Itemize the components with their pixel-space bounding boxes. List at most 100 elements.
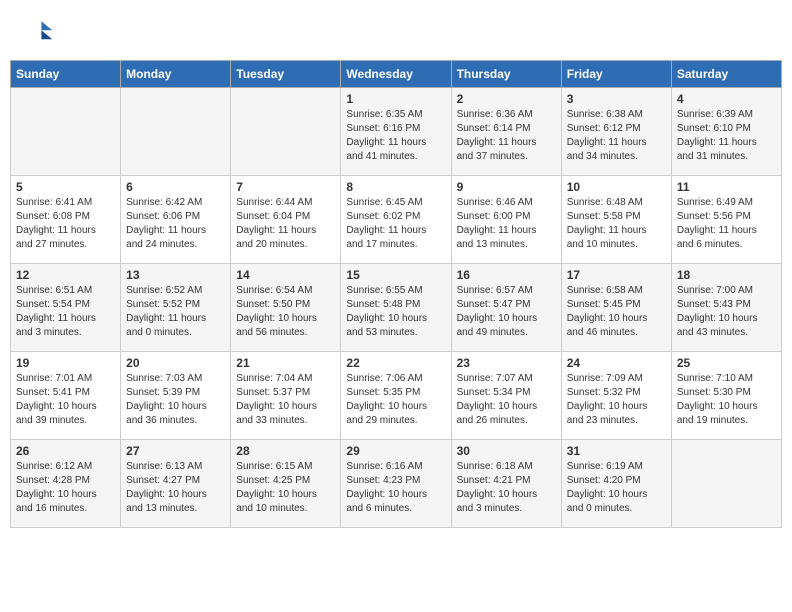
day-number: 23 <box>457 356 556 370</box>
calendar-cell <box>231 88 341 176</box>
calendar-table: SundayMondayTuesdayWednesdayThursdayFrid… <box>10 60 782 528</box>
day-info: Sunrise: 6:36 AM Sunset: 6:14 PM Dayligh… <box>457 109 537 162</box>
day-info: Sunrise: 6:41 AM Sunset: 6:08 PM Dayligh… <box>16 197 96 250</box>
day-header-monday: Monday <box>121 61 231 88</box>
day-number: 31 <box>567 444 666 458</box>
day-info: Sunrise: 6:48 AM Sunset: 5:58 PM Dayligh… <box>567 197 647 250</box>
week-row: 26 Sunrise: 6:12 AM Sunset: 4:28 PM Dayli… <box>11 440 782 528</box>
calendar-cell: 4 Sunrise: 6:39 AM Sunset: 6:10 PM Daylig… <box>671 88 781 176</box>
calendar-cell: 7Sunrise: 6:44 AM Sunset: 6:04 PM Daylig… <box>231 176 341 264</box>
calendar-cell: 9 Sunrise: 6:46 AM Sunset: 6:00 PM Daylig… <box>451 176 561 264</box>
day-header-thursday: Thursday <box>451 61 561 88</box>
day-number: 10 <box>567 180 666 194</box>
day-number: 22 <box>346 356 445 370</box>
day-number: 4 <box>677 92 776 106</box>
day-number: 17 <box>567 268 666 282</box>
calendar-cell: 24 Sunrise: 7:09 AM Sunset: 5:32 PM Dayli… <box>561 352 671 440</box>
day-info: Sunrise: 6:51 AM Sunset: 5:54 PM Dayligh… <box>16 285 96 338</box>
day-info: Sunrise: 7:07 AM Sunset: 5:34 PM Dayligh… <box>457 373 538 426</box>
calendar-cell: 14 Sunrise: 6:54 AM Sunset: 5:50 PM Dayli… <box>231 264 341 352</box>
calendar-cell: 10 Sunrise: 6:48 AM Sunset: 5:58 PM Dayli… <box>561 176 671 264</box>
calendar-cell: 13 Sunrise: 6:52 AM Sunset: 5:52 PM Dayli… <box>121 264 231 352</box>
day-info: Sunrise: 6:42 AM Sunset: 6:06 PM Dayligh… <box>126 197 206 250</box>
day-info: Sunrise: 6:44 AM Sunset: 6:04 PM Dayligh… <box>236 197 316 250</box>
day-info: Sunrise: 6:45 AM Sunset: 6:02 PM Dayligh… <box>346 197 426 250</box>
day-number: 26 <box>16 444 115 458</box>
day-number: 3 <box>567 92 666 106</box>
calendar-cell: 3 Sunrise: 6:38 AM Sunset: 6:12 PM Daylig… <box>561 88 671 176</box>
calendar-cell: 25 Sunrise: 7:10 AM Sunset: 5:30 PM Dayli… <box>671 352 781 440</box>
day-info: Sunrise: 7:03 AM Sunset: 5:39 PM Dayligh… <box>126 373 207 426</box>
day-info: Sunrise: 7:09 AM Sunset: 5:32 PM Dayligh… <box>567 373 648 426</box>
day-number: 25 <box>677 356 776 370</box>
day-info: Sunrise: 6:12 AM Sunset: 4:28 PM Dayligh… <box>16 461 97 514</box>
day-number: 28 <box>236 444 335 458</box>
day-info: Sunrise: 6:58 AM Sunset: 5:45 PM Dayligh… <box>567 285 648 338</box>
week-row: 19 Sunrise: 7:01 AM Sunset: 5:41 PM Dayli… <box>11 352 782 440</box>
day-info: Sunrise: 7:01 AM Sunset: 5:41 PM Dayligh… <box>16 373 97 426</box>
day-number: 13 <box>126 268 225 282</box>
day-info: Sunrise: 6:46 AM Sunset: 6:00 PM Dayligh… <box>457 197 537 250</box>
day-info: Sunrise: 6:16 AM Sunset: 4:23 PM Dayligh… <box>346 461 427 514</box>
calendar-cell <box>671 440 781 528</box>
calendar-cell: 22Sunrise: 7:06 AM Sunset: 5:35 PM Dayli… <box>341 352 451 440</box>
calendar-cell: 31Sunrise: 6:19 AM Sunset: 4:20 PM Dayli… <box>561 440 671 528</box>
day-info: Sunrise: 6:55 AM Sunset: 5:48 PM Dayligh… <box>346 285 427 338</box>
day-number: 11 <box>677 180 776 194</box>
calendar-cell <box>11 88 121 176</box>
day-info: Sunrise: 6:52 AM Sunset: 5:52 PM Dayligh… <box>126 285 206 338</box>
calendar-cell: 5 Sunrise: 6:41 AM Sunset: 6:08 PM Daylig… <box>11 176 121 264</box>
calendar-cell: 29 Sunrise: 6:16 AM Sunset: 4:23 PM Dayli… <box>341 440 451 528</box>
day-number: 21 <box>236 356 335 370</box>
day-number: 20 <box>126 356 225 370</box>
day-info: Sunrise: 6:18 AM Sunset: 4:21 PM Dayligh… <box>457 461 538 514</box>
day-number: 18 <box>677 268 776 282</box>
calendar-cell: 23 Sunrise: 7:07 AM Sunset: 5:34 PM Dayli… <box>451 352 561 440</box>
calendar-cell: 28Sunrise: 6:15 AM Sunset: 4:25 PM Dayli… <box>231 440 341 528</box>
day-number: 29 <box>346 444 445 458</box>
day-info: Sunrise: 6:38 AM Sunset: 6:12 PM Dayligh… <box>567 109 647 162</box>
calendar-cell: 17 Sunrise: 6:58 AM Sunset: 5:45 PM Dayli… <box>561 264 671 352</box>
logo <box>18 14 54 50</box>
day-number: 14 <box>236 268 335 282</box>
day-number: 9 <box>457 180 556 194</box>
day-header-tuesday: Tuesday <box>231 61 341 88</box>
day-number: 12 <box>16 268 115 282</box>
week-row: 12 Sunrise: 6:51 AM Sunset: 5:54 PM Dayli… <box>11 264 782 352</box>
day-number: 15 <box>346 268 445 282</box>
calendar-cell: 18 Sunrise: 7:00 AM Sunset: 5:43 PM Dayli… <box>671 264 781 352</box>
calendar-cell: 12 Sunrise: 6:51 AM Sunset: 5:54 PM Dayli… <box>11 264 121 352</box>
day-info: Sunrise: 6:54 AM Sunset: 5:50 PM Dayligh… <box>236 285 317 338</box>
day-number: 2 <box>457 92 556 106</box>
calendar-cell: 6 Sunrise: 6:42 AM Sunset: 6:06 PM Daylig… <box>121 176 231 264</box>
day-number: 1 <box>346 92 445 106</box>
day-number: 27 <box>126 444 225 458</box>
calendar-cell: 27 Sunrise: 6:13 AM Sunset: 4:27 PM Dayli… <box>121 440 231 528</box>
calendar-cell: 15 Sunrise: 6:55 AM Sunset: 5:48 PM Dayli… <box>341 264 451 352</box>
day-header-sunday: Sunday <box>11 61 121 88</box>
day-header-saturday: Saturday <box>671 61 781 88</box>
day-number: 8 <box>346 180 445 194</box>
calendar-cell <box>121 88 231 176</box>
day-info: Sunrise: 6:39 AM Sunset: 6:10 PM Dayligh… <box>677 109 757 162</box>
calendar-cell: 30Sunrise: 6:18 AM Sunset: 4:21 PM Dayli… <box>451 440 561 528</box>
day-number: 6 <box>126 180 225 194</box>
week-row: 5 Sunrise: 6:41 AM Sunset: 6:08 PM Daylig… <box>11 176 782 264</box>
day-info: Sunrise: 6:35 AM Sunset: 6:16 PM Dayligh… <box>346 109 426 162</box>
calendar-cell: 19 Sunrise: 7:01 AM Sunset: 5:41 PM Dayli… <box>11 352 121 440</box>
day-header-friday: Friday <box>561 61 671 88</box>
day-number: 24 <box>567 356 666 370</box>
calendar-cell: 21Sunrise: 7:04 AM Sunset: 5:37 PM Dayli… <box>231 352 341 440</box>
day-info: Sunrise: 7:10 AM Sunset: 5:30 PM Dayligh… <box>677 373 758 426</box>
day-number: 19 <box>16 356 115 370</box>
day-number: 16 <box>457 268 556 282</box>
logo-icon <box>18 14 54 50</box>
day-number: 5 <box>16 180 115 194</box>
calendar-cell: 2 Sunrise: 6:36 AM Sunset: 6:14 PM Daylig… <box>451 88 561 176</box>
day-header-wednesday: Wednesday <box>341 61 451 88</box>
day-info: Sunrise: 6:13 AM Sunset: 4:27 PM Dayligh… <box>126 461 207 514</box>
calendar-cell: 16Sunrise: 6:57 AM Sunset: 5:47 PM Dayli… <box>451 264 561 352</box>
calendar-cell: 8 Sunrise: 6:45 AM Sunset: 6:02 PM Daylig… <box>341 176 451 264</box>
page-header <box>10 10 782 54</box>
day-info: Sunrise: 7:00 AM Sunset: 5:43 PM Dayligh… <box>677 285 758 338</box>
